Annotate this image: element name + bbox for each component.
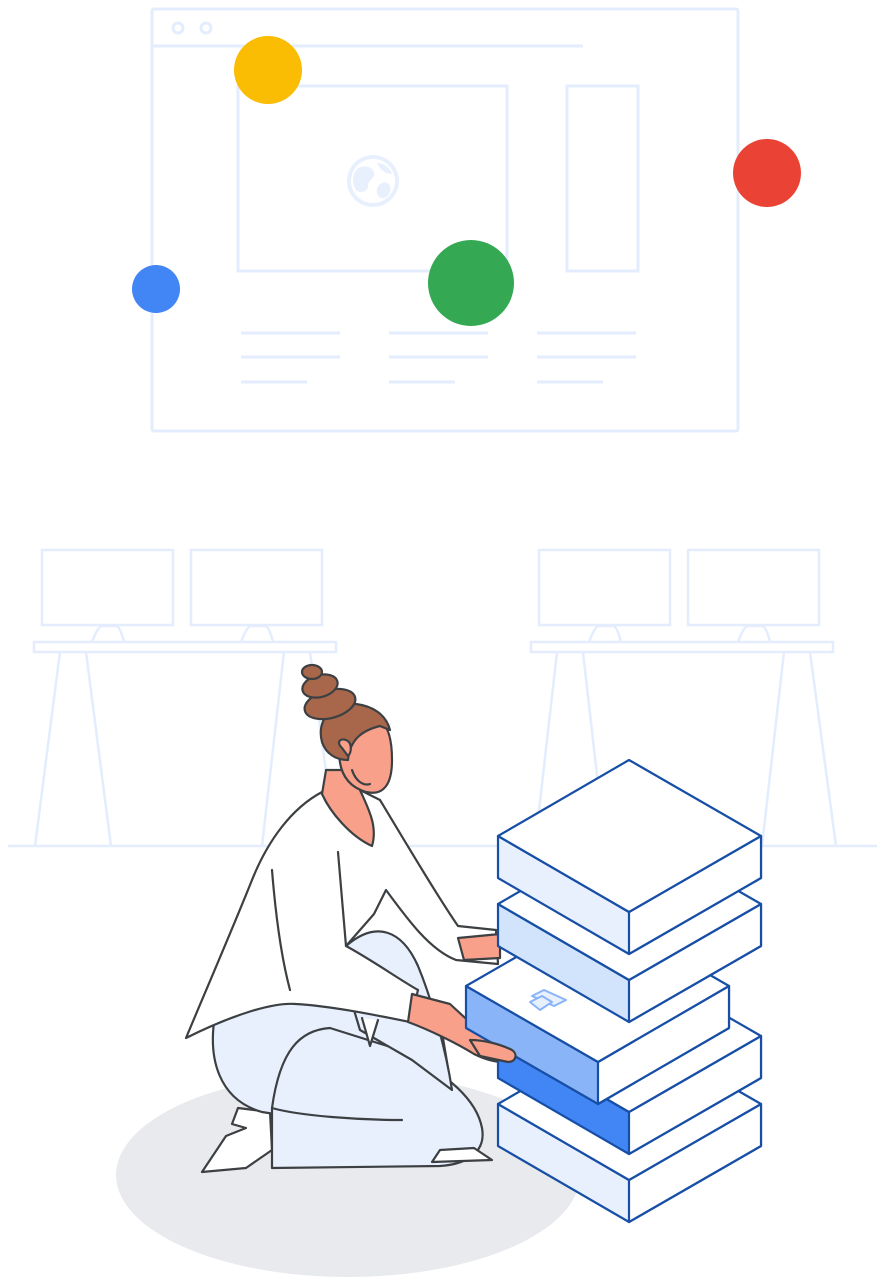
front-leg	[270, 1026, 484, 1170]
monitor-stand	[239, 624, 275, 643]
monitor	[40, 548, 175, 627]
shirt	[184, 788, 500, 1040]
yellow-dot	[234, 36, 302, 104]
monitor-stand	[90, 624, 126, 643]
sidebar-placeholder	[565, 84, 640, 273]
person	[184, 663, 518, 1174]
browser-dot	[199, 21, 213, 35]
red-dot	[733, 139, 801, 207]
text-lines-col-1	[241, 331, 340, 384]
browser-dot	[171, 21, 185, 35]
blue-dot	[132, 265, 180, 313]
monitor	[537, 548, 672, 627]
monitor-stand	[736, 624, 772, 643]
illustration-canvas	[8, 7, 877, 1277]
box-stack	[464, 758, 763, 1224]
text-lines-col-3	[537, 331, 636, 384]
monitor	[686, 548, 821, 627]
desk-top	[529, 640, 835, 654]
illustration-scene	[0, 0, 877, 1278]
desk-leg	[33, 651, 113, 847]
monitor-stand	[587, 624, 623, 643]
background-office	[8, 548, 877, 848]
hair-bun	[300, 663, 324, 681]
far-hand	[456, 932, 502, 962]
monitor	[189, 548, 324, 627]
green-dot	[428, 240, 514, 326]
globe-icon	[347, 155, 399, 207]
desk-leg	[760, 651, 838, 847]
desk-top	[32, 640, 338, 654]
desk-left	[32, 548, 338, 847]
text-lines-col-2	[389, 331, 488, 384]
